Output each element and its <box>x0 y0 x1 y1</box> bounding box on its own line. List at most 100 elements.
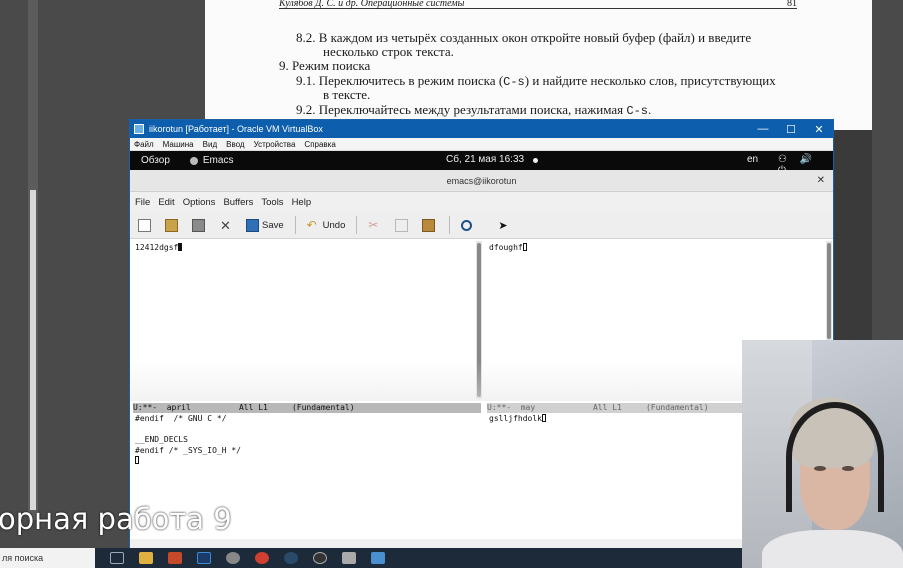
vbox-menu-view[interactable]: Вид <box>203 140 217 149</box>
headphones-icon <box>786 402 884 512</box>
task-view-icon[interactable] <box>110 552 124 564</box>
pdf-text-line: 9.2. Переключайтесь между результатами п… <box>296 102 652 119</box>
minimize-button[interactable]: — <box>749 123 777 136</box>
kill-buffer-button[interactable]: ✕ <box>219 217 235 233</box>
cut-button[interactable]: ✂ <box>368 217 384 233</box>
slide-title: орная работа 9 <box>0 502 232 536</box>
new-file-icon <box>138 218 151 232</box>
emacs-menu-edit[interactable]: Edit <box>158 197 174 208</box>
pdf-page: Кулябов Д. С. и др. Операционные системы… <box>205 0 872 130</box>
pdf-text-line: несколько строк текста. <box>323 44 454 59</box>
search-button[interactable] <box>461 217 477 233</box>
emacs-menu-file[interactable]: File <box>135 197 150 208</box>
pdf-text: ) и найдите несколько слов, присутствующ… <box>524 73 776 88</box>
window-bottom-right[interactable]: gslljfhdolk <box>489 414 546 425</box>
pdf-text-line: 8.2. В каждом из четырёх созданных окон … <box>296 30 752 45</box>
undo-arrow-icon: ↶ <box>306 217 317 232</box>
open-dired-button[interactable] <box>192 217 208 233</box>
cube-app-icon[interactable] <box>342 552 356 564</box>
taskbar-search-text: ля поиска <box>2 553 44 563</box>
activities-button[interactable]: Обзор <box>141 155 170 166</box>
emacs-menu-help[interactable]: Help <box>292 197 312 208</box>
scrollbar-thumb[interactable] <box>477 243 481 397</box>
paste-icon <box>422 218 436 232</box>
emacs-menu-tools[interactable]: Tools <box>261 197 283 208</box>
paste-button[interactable] <box>422 217 438 233</box>
new-file-button[interactable] <box>138 217 154 233</box>
app-menu-label: Emacs <box>202 155 234 166</box>
chrome-icon[interactable] <box>255 552 269 564</box>
undo-button[interactable]: ↶ Undo <box>307 217 346 233</box>
gnome-top-bar: Обзор Emacs Сб, 21 мая 16:33 en ⚇ 🔊 ⏻ <box>130 151 833 176</box>
window-bottom-left[interactable]: #endif /* GNU C */ __END_DECLS #endif /* _… <box>135 414 241 467</box>
disk-icon <box>192 218 205 232</box>
search-icon <box>461 219 473 231</box>
maximize-button[interactable]: ☐ <box>777 123 805 136</box>
virtualbox-taskbar-icon[interactable] <box>371 552 385 564</box>
pdf-page-number: 81 <box>787 0 797 9</box>
virtualbox-titlebar[interactable]: iikorotun [Работает] - Oracle VM Virtual… <box>130 120 833 138</box>
app-icon[interactable] <box>226 552 240 564</box>
toolbar-separator <box>294 216 296 234</box>
virtualbox-icon <box>134 124 144 134</box>
scrollbar-thumb[interactable] <box>827 243 831 339</box>
obs-icon[interactable] <box>313 552 327 564</box>
pdf-running-header: Кулябов Д. С. и др. Операционные системы… <box>279 0 797 9</box>
scissors-icon: ✂ <box>368 217 379 232</box>
recording-dot-icon <box>533 158 538 163</box>
modeline-left[interactable]: U:**- april All L1 (Fundamental) <box>133 403 481 413</box>
close-x-icon: ✕ <box>220 217 231 233</box>
window-top-right-scrollbar[interactable] <box>826 241 832 341</box>
emacs-menu-buffers[interactable]: Buffers <box>223 197 253 208</box>
emacs-toolbar: ✕ Save ↶ Undo ✂ ➤ <box>130 212 833 239</box>
virtualbox-menubar: Файл Машина Вид Ввод Устройства Справка <box>130 138 833 151</box>
webcam-person-eye <box>814 466 826 471</box>
window-top-left-scrollbar[interactable] <box>476 241 482 399</box>
copy-icon <box>395 218 409 232</box>
copy-button[interactable] <box>395 217 411 233</box>
save-label: Save <box>262 219 284 231</box>
cursor <box>135 456 139 464</box>
buffer-text: 12412dgsf <box>135 243 179 252</box>
emacs-menubar: File Edit Options Buffers Tools Help <box>130 192 833 212</box>
clock[interactable]: Сб, 21 мая 16:33 <box>446 154 524 165</box>
modeline-right[interactable]: U:**- may All L1 (Fundamental) <box>487 403 742 413</box>
app-menu[interactable]: Emacs <box>189 155 234 166</box>
pdf-code: C-s <box>626 104 648 118</box>
pdf-scrollbar[interactable] <box>28 0 38 520</box>
webcam-person-eye <box>842 466 854 471</box>
vbox-menu-machine[interactable]: Машина <box>163 140 194 149</box>
open-folder-button[interactable] <box>165 217 181 233</box>
save-button[interactable]: Save <box>246 217 284 233</box>
file-explorer-icon[interactable] <box>139 552 153 564</box>
emacs-menu-options[interactable]: Options <box>183 197 216 208</box>
pdf-text: . <box>647 102 652 117</box>
toolbar-separator <box>449 216 451 234</box>
window-top-right[interactable]: dfoughf <box>489 243 527 254</box>
emacs-app-icon <box>189 156 198 165</box>
webcam-person-shirt <box>762 530 903 568</box>
pdf-section-heading: 9. Режим поиска <box>279 58 371 73</box>
vbox-menu-devices[interactable]: Устройства <box>254 140 296 149</box>
vbox-menu-input[interactable]: Ввод <box>226 140 244 149</box>
pdf-header-authors: Кулябов Д. С. и др. <box>279 0 359 9</box>
virtualbox-window: iikorotun [Работает] - Oracle VM Virtual… <box>129 119 835 549</box>
pdf-text: 9.1. Переключитесь в режим поиска ( <box>296 73 504 88</box>
pdf-scrollbar-thumb[interactable] <box>30 190 36 510</box>
keyboard-layout[interactable]: en <box>747 154 758 165</box>
emacs-titlebar[interactable]: emacs@iikorotun ✕ <box>130 170 833 192</box>
steam-icon[interactable] <box>284 552 298 564</box>
code-line: #endif /* GNU C */ <box>135 414 227 423</box>
window-controls: — ☐ ✕ <box>749 123 833 136</box>
vbox-menu-file[interactable]: Файл <box>134 140 154 149</box>
vbox-menu-help[interactable]: Справка <box>304 140 335 149</box>
photoshop-icon[interactable] <box>197 552 211 564</box>
emacs-close-button[interactable]: ✕ <box>817 175 825 186</box>
emacs-window-title: emacs@iikorotun <box>446 175 517 186</box>
virtualbox-title: iikorotun [Работает] - Oracle VM Virtual… <box>149 124 323 134</box>
window-top-left[interactable]: 12412dgsf <box>135 243 183 254</box>
taskbar-search[interactable]: ля поиска <box>0 548 95 568</box>
powerpoint-icon[interactable] <box>168 552 182 564</box>
close-button[interactable]: ✕ <box>805 123 833 136</box>
